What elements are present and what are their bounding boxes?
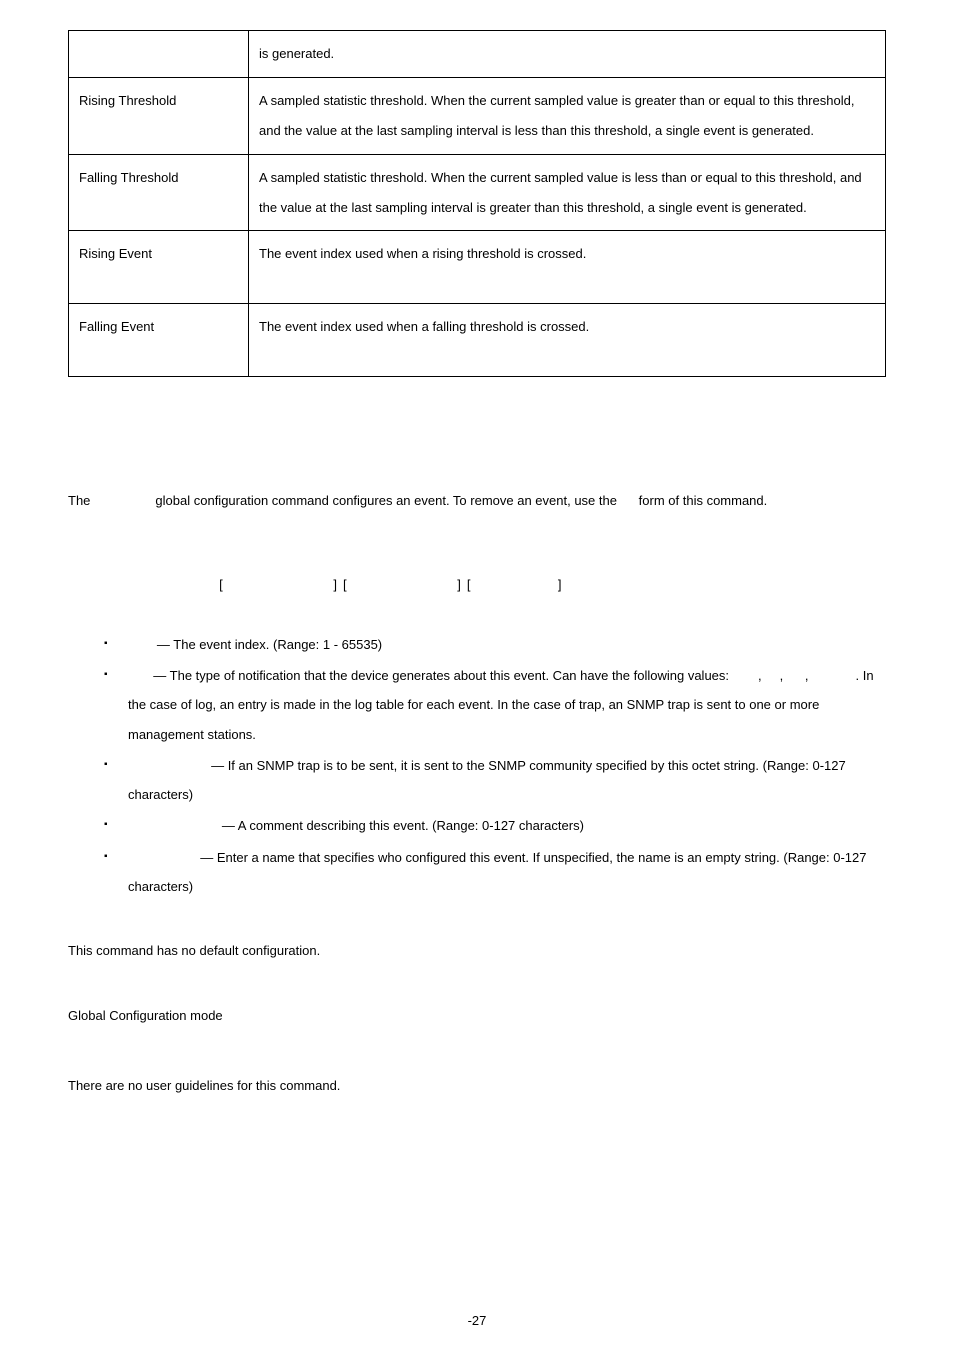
cell-desc: A sampled statistic threshold. When the … xyxy=(249,77,886,154)
cell-desc: A sampled statistic threshold. When the … xyxy=(249,154,886,231)
table-row: Rising Event The event index used when a… xyxy=(69,231,886,304)
page-number: -27 xyxy=(0,1313,954,1328)
list-item: — A comment describing this event. (Rang… xyxy=(100,811,886,840)
cell-desc: The event index used when a rising thres… xyxy=(249,231,886,304)
cell-label: Rising Event xyxy=(69,231,249,304)
text: The xyxy=(68,493,94,508)
cell-desc: The event index used when a falling thre… xyxy=(249,304,886,377)
user-guidelines: There are no user guidelines for this co… xyxy=(68,1072,886,1101)
text: — A comment describing this event. (Rang… xyxy=(218,818,584,833)
table-row: is generated. xyxy=(69,31,886,78)
list-item: — If an SNMP trap is to be sent, it is s… xyxy=(100,751,886,810)
default-configuration: This command has no default configuratio… xyxy=(68,937,886,966)
text: — The type of notification that the devi… xyxy=(150,668,733,683)
text: global configuration command configures … xyxy=(152,493,621,508)
text: form of this command. xyxy=(635,493,767,508)
cell-label: Falling Threshold xyxy=(69,154,249,231)
command-description: The global configuration command configu… xyxy=(68,487,886,514)
syntax-line: [ ] [ ] [ ] xyxy=(68,571,886,598)
table-row: Falling Threshold A sampled statistic th… xyxy=(69,154,886,231)
cell-desc: is generated. xyxy=(249,31,886,78)
definitions-table: is generated. Rising Threshold A sampled… xyxy=(68,30,886,377)
text: — The event index. (Range: 1 - 65535) xyxy=(153,637,382,652)
table-row: Falling Event The event index used when … xyxy=(69,304,886,377)
text: — Enter a name that specifies who config… xyxy=(128,850,867,894)
list-item: — The event index. (Range: 1 - 65535) xyxy=(100,630,886,659)
cell-label: Rising Threshold xyxy=(69,77,249,154)
list-item: — The type of notification that the devi… xyxy=(100,661,886,749)
cell-label xyxy=(69,31,249,78)
table-row: Rising Threshold A sampled statistic thr… xyxy=(69,77,886,154)
command-mode: Global Configuration mode xyxy=(68,1002,886,1031)
page: is generated. Rising Threshold A sampled… xyxy=(0,0,954,1350)
cell-label: Falling Event xyxy=(69,304,249,377)
text: , xyxy=(780,668,787,683)
text: — If an SNMP trap is to be sent, it is s… xyxy=(128,758,846,802)
list-item: — Enter a name that specifies who config… xyxy=(100,843,886,902)
parameter-list: — The event index. (Range: 1 - 65535) — … xyxy=(68,630,886,901)
